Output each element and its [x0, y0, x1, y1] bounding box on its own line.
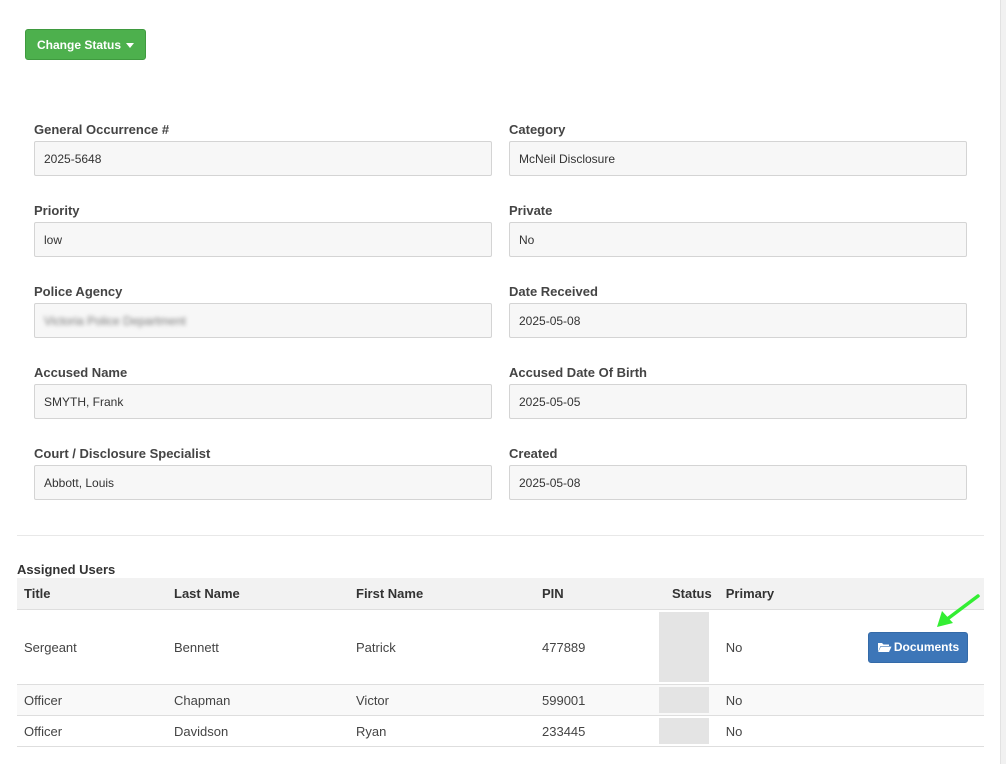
created-label: Created [509, 446, 558, 461]
general-occurrence-field: General Occurrence # 2025-5648 [34, 120, 492, 201]
general-occurrence-label: General Occurrence # [34, 122, 170, 137]
private-label: Private [509, 203, 553, 218]
documents-button[interactable]: Documents [868, 631, 968, 663]
police-agency-label: Police Agency [34, 284, 123, 299]
accused-name-input[interactable]: SMYTH, Frank [34, 384, 492, 419]
caret-down-icon [126, 42, 134, 48]
created-input[interactable]: 2025-05-08 [509, 465, 967, 500]
date-received-label: Date Received [509, 284, 598, 299]
table-row[interactable]: Sergeant Bennett Patrick 477889 No Docum… [17, 609, 984, 685]
table-row[interactable]: Officer Chapman Victor 599001 No [17, 684, 984, 716]
date-received-field: Date Received 2025-05-08 [509, 282, 967, 363]
category-field: Category McNeil Disclosure [509, 120, 967, 201]
court-specialist-field: Court / Disclosure Specialist Abbott, Lo… [34, 444, 492, 525]
cell-pin: 233445 [535, 715, 665, 747]
cell-status [659, 609, 719, 685]
cell-pin: 477889 [535, 609, 665, 685]
accused-dob-label: Accused Date Of Birth [509, 365, 647, 380]
accused-name-label: Accused Name [34, 365, 128, 380]
status-redacted [659, 718, 709, 744]
cell-pin: 599001 [535, 684, 665, 716]
private-field: Private No [509, 201, 967, 282]
priority-label: Priority [34, 203, 80, 218]
priority-input[interactable]: low [34, 222, 492, 257]
annotation-arrow-icon [937, 594, 980, 627]
table-row[interactable]: Officer Davidson Ryan 233445 No [17, 715, 984, 747]
column-header-first-name[interactable]: First Name [349, 578, 535, 610]
column-header-status[interactable]: Status [665, 578, 719, 610]
police-agency-value: Victoria Police Department [44, 313, 186, 328]
police-agency-input[interactable]: Victoria Police Department [34, 303, 492, 338]
accused-dob-input[interactable]: 2025-05-05 [509, 384, 967, 419]
cell-status [659, 684, 719, 716]
cell-primary: No [718, 684, 789, 716]
police-agency-field: Police Agency Victoria Police Department [34, 282, 492, 363]
folder-open-icon [877, 643, 892, 652]
documents-label: Documents [893, 640, 960, 654]
table-header-row: Title Last Name First Name PIN Status Pr… [17, 578, 984, 610]
court-specialist-input[interactable]: Abbott, Louis [34, 465, 492, 500]
section-divider [17, 535, 984, 536]
accused-name-field: Accused Name SMYTH, Frank [34, 363, 492, 444]
page-scrollbar[interactable] [1000, 0, 1006, 764]
created-field: Created 2025-05-08 [509, 444, 967, 525]
cell-title: Officer [17, 715, 167, 747]
private-input[interactable]: No [509, 222, 967, 257]
cell-last-name: Davidson [167, 715, 349, 747]
assigned-users-title: Assigned Users [17, 562, 116, 577]
cell-last-name: Chapman [167, 684, 349, 716]
cell-actions [788, 715, 984, 747]
column-header-pin[interactable]: PIN [535, 578, 665, 610]
court-specialist-label: Court / Disclosure Specialist [34, 446, 211, 461]
assigned-users-table: Title Last Name First Name PIN Status Pr… [17, 578, 984, 747]
priority-field: Priority low [34, 201, 492, 282]
category-label: Category [509, 122, 566, 137]
accused-dob-field: Accused Date Of Birth 2025-05-05 [509, 363, 967, 444]
cell-primary: No [718, 715, 789, 747]
status-redacted [659, 612, 709, 682]
column-header-primary[interactable]: Primary [718, 578, 789, 610]
cell-first-name: Victor [349, 684, 535, 716]
status-redacted [659, 687, 709, 713]
change-status-label: Change Status [36, 37, 121, 52]
date-received-input[interactable]: 2025-05-08 [509, 303, 967, 338]
cell-actions [788, 684, 984, 716]
cell-first-name: Patrick [349, 609, 535, 685]
cell-first-name: Ryan [349, 715, 535, 747]
column-header-title[interactable]: Title [17, 578, 167, 610]
occurrence-form: General Occurrence # 2025-5648 Category … [34, 120, 967, 525]
cell-primary: No [718, 609, 789, 685]
cell-title: Sergeant [17, 609, 167, 685]
cell-title: Officer [17, 684, 167, 716]
column-header-last-name[interactable]: Last Name [167, 578, 349, 610]
category-input[interactable]: McNeil Disclosure [509, 141, 967, 176]
cell-status [659, 715, 719, 747]
change-status-button[interactable]: Change Status [25, 29, 146, 60]
cell-last-name: Bennett [167, 609, 349, 685]
general-occurrence-input[interactable]: 2025-5648 [34, 141, 492, 176]
